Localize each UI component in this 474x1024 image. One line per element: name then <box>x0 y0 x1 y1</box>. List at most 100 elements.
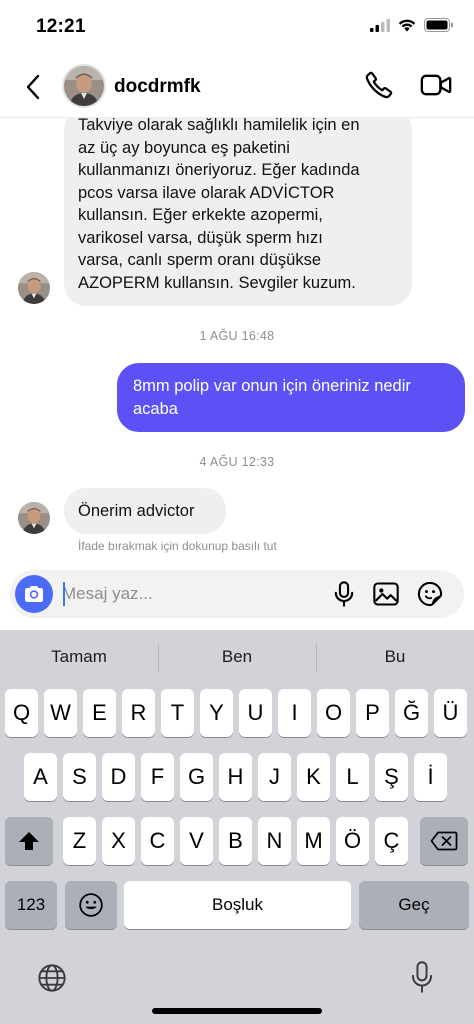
outgoing-message-bubble[interactable]: 8mm polip var onun için öneriniz nedir a… <box>117 363 465 432</box>
emoji-icon <box>79 893 103 917</box>
message-line: varsa, canlı sperm oranı düşükse <box>78 251 322 269</box>
dictation-button[interactable] <box>408 960 436 996</box>
suggestion-item[interactable]: Ben <box>158 647 316 667</box>
message-line: az üç ay boyunca eş paketini <box>78 138 290 157</box>
key[interactable]: X <box>102 817 135 865</box>
message-text: Önerim advictor <box>78 502 195 520</box>
sticker-button[interactable] <box>416 580 446 610</box>
shift-key[interactable] <box>5 817 53 865</box>
key[interactable]: W <box>44 689 77 737</box>
message-line: kullansın. Eğer erkekte azopermi, <box>78 206 323 224</box>
key[interactable]: E <box>83 689 116 737</box>
voice-message-button[interactable] <box>330 580 358 608</box>
video-icon <box>420 74 452 96</box>
phone-icon <box>365 71 393 99</box>
message-timestamp: 4 AĞU 12:33 <box>199 455 275 469</box>
key[interactable]: C <box>141 817 174 865</box>
message-line: acaba <box>133 399 178 418</box>
key[interactable]: N <box>258 817 291 865</box>
suggestion-item[interactable]: Bu <box>316 647 474 667</box>
key[interactable]: J <box>258 753 291 801</box>
on-screen-keyboard: Tamam Ben Bu Q W E R T Y U I O P Ğ Ü A S… <box>0 630 474 1024</box>
cellular-signal-icon <box>370 18 390 32</box>
suggestion-item[interactable]: Tamam <box>0 647 158 667</box>
message-input[interactable] <box>62 580 262 608</box>
chat-header: docdrmfk <box>0 56 474 118</box>
key[interactable]: Q <box>5 689 38 737</box>
key[interactable]: V <box>180 817 213 865</box>
message-timestamp: 1 AĞU 16:48 <box>199 329 275 343</box>
key[interactable]: Z <box>63 817 96 865</box>
camera-button[interactable] <box>15 575 53 613</box>
avatar-photo <box>18 502 50 534</box>
video-call-button[interactable] <box>420 70 456 104</box>
contact-avatar[interactable] <box>62 64 106 108</box>
wifi-icon <box>398 19 416 31</box>
key[interactable]: T <box>161 689 194 737</box>
avatar-photo <box>18 272 50 304</box>
key[interactable]: Ö <box>336 817 369 865</box>
incoming-message-bubble[interactable]: Önerim advictor <box>64 488 226 534</box>
key[interactable]: R <box>122 689 155 737</box>
battery-icon <box>424 18 453 32</box>
key[interactable]: L <box>336 753 369 801</box>
key[interactable]: İ <box>414 753 447 801</box>
delete-key[interactable] <box>420 817 468 865</box>
message-line: kullanmanızı öneriyoruz. Eğer kadında <box>78 161 360 179</box>
globe-icon <box>38 964 66 992</box>
avatar-photo <box>64 66 104 106</box>
voice-call-button[interactable] <box>364 70 398 104</box>
key[interactable]: O <box>317 689 350 737</box>
key[interactable]: Ü <box>434 689 467 737</box>
key[interactable]: A <box>24 753 57 801</box>
status-bar: 12:21 <box>0 0 474 56</box>
key[interactable]: G <box>180 753 213 801</box>
message-line: AZOPERM kullansın. Sevgiler kuzum. <box>78 273 356 292</box>
key[interactable]: M <box>297 817 330 865</box>
message-line: 8mm polip var onun için öneriniz nedir <box>133 377 411 395</box>
suggestion-bar: Tamam Ben Bu <box>0 630 474 686</box>
message-line: varikosel varsa, düşük sperm hızı <box>78 228 323 247</box>
microphone-icon <box>334 581 354 607</box>
space-key[interactable]: Boşluk <box>124 881 351 929</box>
incoming-message-bubble[interactable]: Takviye olarak sağlıklı hamilelik için e… <box>64 118 412 306</box>
sticker-icon <box>417 581 443 607</box>
key[interactable]: P <box>356 689 389 737</box>
key[interactable]: Y <box>200 689 233 737</box>
reaction-hint: İfade bırakmak için dokunup basılı tut <box>78 539 277 553</box>
key[interactable]: D <box>102 753 135 801</box>
emoji-key[interactable] <box>65 881 117 929</box>
key[interactable]: I <box>278 689 311 737</box>
text-caret <box>63 582 65 606</box>
key[interactable]: U <box>239 689 272 737</box>
message-line: pcos varsa ilave olarak ADVİCTOR <box>78 183 335 202</box>
status-time: 12:21 <box>36 16 86 37</box>
message-line: Takviye olarak sağlıklı hamilelik için e… <box>78 118 360 134</box>
language-switch-button[interactable] <box>36 962 68 994</box>
numbers-key[interactable]: 123 <box>5 881 57 929</box>
image-icon <box>373 582 399 606</box>
delete-icon <box>430 831 458 851</box>
sender-avatar[interactable] <box>18 502 50 534</box>
home-indicator[interactable] <box>152 1008 322 1014</box>
return-key[interactable]: Geç <box>359 881 469 929</box>
key[interactable]: B <box>219 817 252 865</box>
dictation-icon <box>411 961 433 993</box>
key[interactable]: Ş <box>375 753 408 801</box>
gallery-button[interactable] <box>372 580 400 608</box>
key[interactable]: F <box>141 753 174 801</box>
contact-username[interactable]: docdrmfk <box>114 76 201 98</box>
shift-icon <box>19 832 39 850</box>
back-icon <box>26 74 40 100</box>
key[interactable]: Ğ <box>395 689 428 737</box>
message-composer <box>10 570 464 618</box>
key[interactable]: S <box>63 753 96 801</box>
back-button[interactable] <box>18 70 48 104</box>
key[interactable]: Ç <box>375 817 408 865</box>
key[interactable]: H <box>219 753 252 801</box>
status-icons <box>370 18 454 32</box>
message-list[interactable]: Takviye olarak sağlıklı hamilelik için e… <box>0 118 474 570</box>
key[interactable]: K <box>297 753 330 801</box>
camera-icon <box>25 586 43 602</box>
sender-avatar[interactable] <box>18 272 50 304</box>
